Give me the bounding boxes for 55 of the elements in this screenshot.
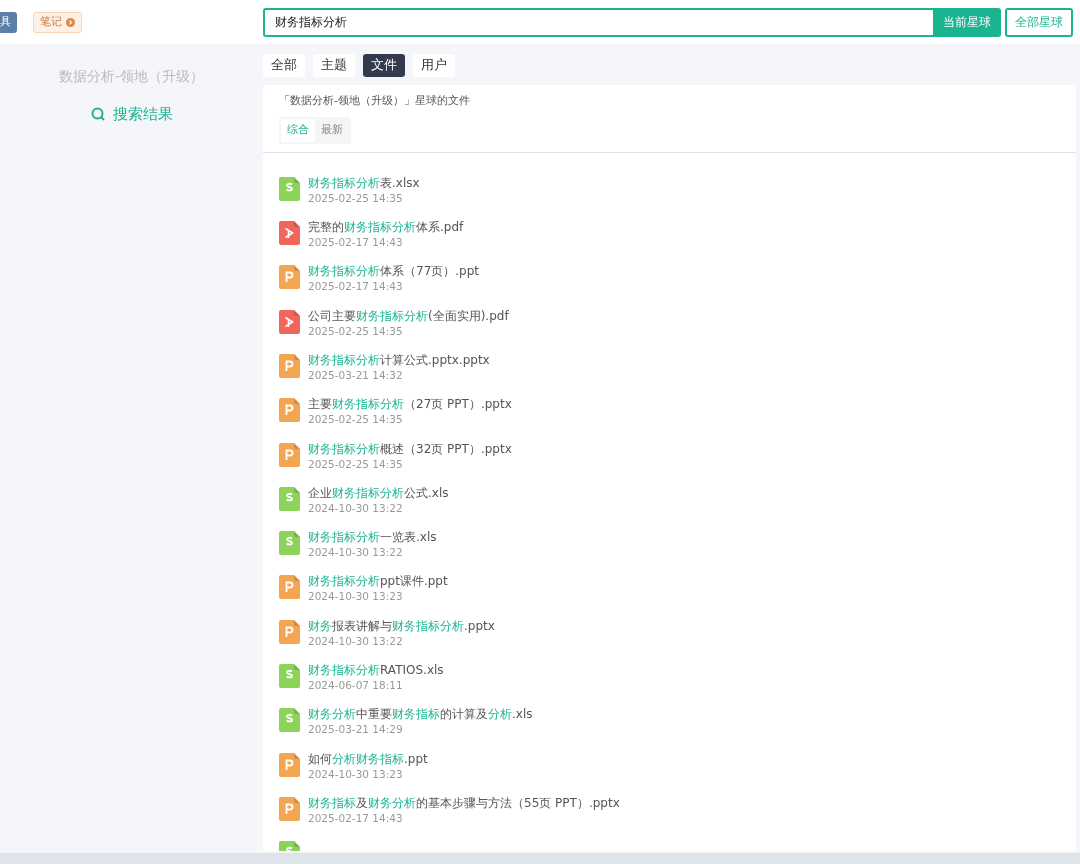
file-link[interactable]: 财务指标分析计算公式.pptx.pptx xyxy=(308,351,490,368)
file-date: 2025-03-21 14:32 xyxy=(308,367,404,382)
file-date: 2024-10-30 13:23 xyxy=(308,589,404,604)
file-link[interactable]: 财务分析中重要财务指标的计算及分析.xls xyxy=(308,706,533,723)
category-tab[interactable]: 用户 xyxy=(413,54,455,77)
sheet-file-icon xyxy=(279,708,300,733)
file-date: 2025-02-25 14:35 xyxy=(308,412,404,427)
search-field[interactable]: 财务指标分析 xyxy=(263,7,933,37)
category-tab[interactable]: 全部 xyxy=(263,54,305,77)
tag-badge[interactable]: 具 xyxy=(0,11,17,33)
file-date: 2024-10-30 13:22 xyxy=(308,545,404,560)
file-date: 2025-02-17 14:43 xyxy=(308,279,404,294)
file-date: 2025-02-25 14:35 xyxy=(308,456,404,471)
file-date: 2024-10-30 13:23 xyxy=(308,766,404,781)
arrow-icon xyxy=(66,17,75,27)
panel-heading: 「数据分析-领地（升级）」星球的文件 xyxy=(279,92,471,109)
file-link[interactable]: 财务指标分析一览表.xls xyxy=(308,529,437,546)
file-link[interactable]: 财务指标分析表.xlsx xyxy=(308,174,420,191)
file-date: 2024-10-30 13:22 xyxy=(308,633,404,648)
file-link[interactable]: 如何分析财务指标.ppt xyxy=(308,750,428,767)
file-date: 2024-06-07 18:11 xyxy=(308,678,404,692)
file-link[interactable]: 财务指标分析RATIOS.xls xyxy=(308,662,444,678)
file-date: 2025-02-17 14:43 xyxy=(308,810,404,825)
sheet-file-icon xyxy=(279,486,300,511)
file-link[interactable]: 完整的财务指标分析体系.pdf xyxy=(308,219,464,236)
file-date: 2025-02-17 14:43 xyxy=(308,235,404,250)
file-link[interactable]: 财务指标及财务分析的基本步骤与方法（55页 PPT）.pptx xyxy=(308,794,620,811)
pdf-file-icon xyxy=(279,309,300,334)
slides-file-icon xyxy=(279,575,300,600)
pdf-file-icon xyxy=(279,221,300,246)
slides-file-icon xyxy=(279,752,300,777)
file-link[interactable]: 企业财务指标分析公式.xls xyxy=(308,484,449,501)
slides-file-icon xyxy=(279,265,300,290)
group-title: 数据分析-领地（升级） xyxy=(58,67,205,86)
search-icon xyxy=(90,107,105,122)
sheet-file-icon xyxy=(279,531,300,556)
file-link[interactable]: 财务报表讲解与财务指标分析.pptx xyxy=(308,617,495,634)
slides-file-icon xyxy=(279,442,300,467)
category-tab[interactable]: 主题 xyxy=(313,54,355,77)
slides-file-icon xyxy=(279,796,300,821)
file-link[interactable]: 财务指标分析体系（77页）.ppt xyxy=(308,263,480,280)
file-date: 2025-02-25 14:35 xyxy=(308,323,404,338)
file-date: 2025-02-25 14:35 xyxy=(308,190,404,205)
file-link[interactable]: 财务指标分析ppt课件.ppt xyxy=(308,573,448,590)
sheet-file-icon xyxy=(279,176,300,201)
category-tab[interactable]: 文件 xyxy=(363,54,405,77)
slides-file-icon xyxy=(279,353,300,378)
file-date: 2024-10-30 13:22 xyxy=(308,500,404,515)
slides-file-icon xyxy=(279,619,300,644)
slides-file-icon xyxy=(279,398,300,423)
file-date: 2025-03-21 14:29 xyxy=(308,722,404,737)
file-link[interactable]: 公司主要财务指标分析(全面实用).pdf xyxy=(308,307,509,324)
file-link[interactable]: 财务指标分析概述（32页 PPT）.pptx xyxy=(308,440,512,457)
file-link[interactable]: 主要财务指标分析（27页 PPT）.pptx xyxy=(308,396,512,413)
sheet-file-icon xyxy=(279,664,300,688)
